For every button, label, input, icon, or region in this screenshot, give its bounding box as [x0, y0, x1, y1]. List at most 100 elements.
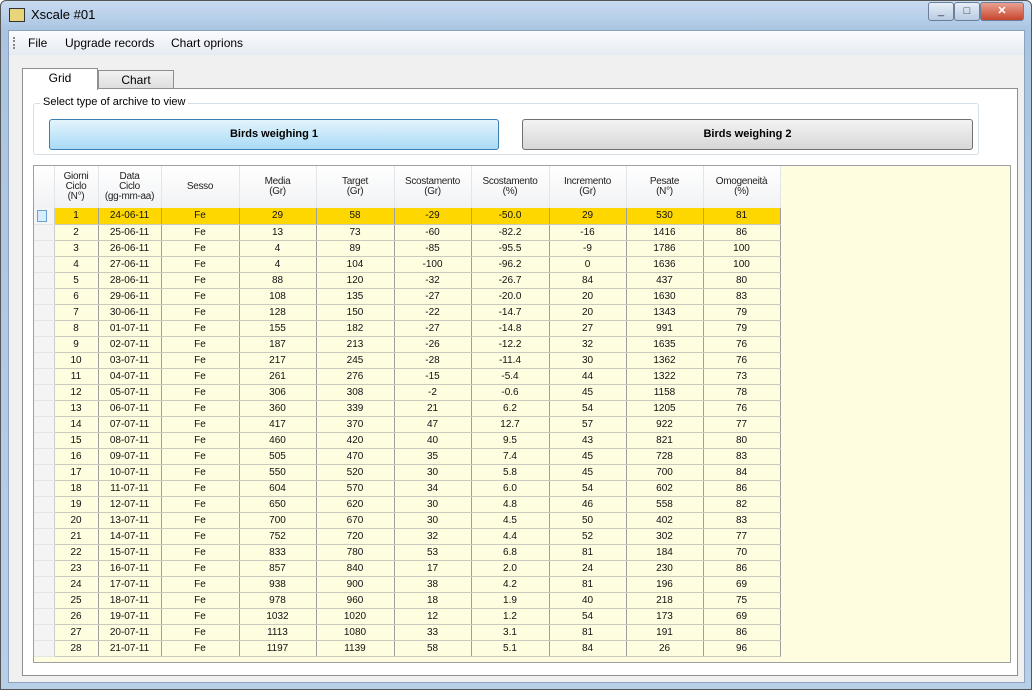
row-header[interactable] [34, 224, 55, 241]
cell-pesate[interactable]: 602 [626, 480, 704, 497]
cell-omogeneita[interactable]: 77 [703, 416, 781, 433]
cell-media[interactable]: 460 [239, 432, 317, 449]
cell-scostamento-gr[interactable]: -28 [394, 352, 472, 369]
row-header[interactable] [34, 304, 55, 321]
cell-incremento[interactable]: 27 [549, 320, 627, 337]
cell-target[interactable]: 276 [316, 368, 395, 385]
table-row[interactable]: 5 28-06-11 Fe 88 120 -32 -26.7 84 437 80 [34, 272, 781, 289]
cell-scostamento-pct[interactable]: 1.9 [471, 592, 550, 609]
cell-target[interactable]: 1020 [316, 608, 395, 625]
table-row[interactable]: 9 02-07-11 Fe 187 213 -26 -12.2 32 1635 76 [34, 336, 781, 353]
cell-pesate[interactable]: 402 [626, 512, 704, 529]
table-row[interactable]: 8 01-07-11 Fe 155 182 -27 -14.8 27 991 79 [34, 320, 781, 337]
cell-pesate[interactable]: 1635 [626, 336, 704, 353]
cell-target[interactable]: 213 [316, 336, 395, 353]
row-header[interactable] [34, 608, 55, 625]
cell-giorni-ciclo[interactable]: 13 [54, 400, 99, 417]
cell-incremento[interactable]: 20 [549, 304, 627, 321]
column-header-omogeneita[interactable]: Omogeneità (%) [703, 166, 781, 208]
cell-sesso[interactable]: Fe [161, 432, 240, 449]
row-header[interactable] [34, 544, 55, 561]
tab-chart[interactable]: Chart [98, 70, 174, 90]
cell-scostamento-gr[interactable]: 12 [394, 608, 472, 625]
cell-pesate[interactable]: 230 [626, 560, 704, 577]
cell-scostamento-pct[interactable]: 4.8 [471, 496, 550, 513]
cell-giorni-ciclo[interactable]: 24 [54, 576, 99, 593]
cell-data-ciclo[interactable]: 06-07-11 [98, 400, 162, 417]
cell-scostamento-gr[interactable]: -29 [394, 208, 472, 225]
cell-scostamento-pct[interactable]: -96.2 [471, 256, 550, 273]
cell-giorni-ciclo[interactable]: 18 [54, 480, 99, 497]
cell-omogeneita[interactable]: 80 [703, 432, 781, 449]
cell-giorni-ciclo[interactable]: 5 [54, 272, 99, 289]
row-header[interactable] [34, 464, 55, 481]
cell-pesate[interactable]: 922 [626, 416, 704, 433]
table-row[interactable]: 7 30-06-11 Fe 128 150 -22 -14.7 20 1343 79 [34, 304, 781, 321]
cell-media[interactable]: 4 [239, 240, 317, 257]
cell-scostamento-pct[interactable]: 5.1 [471, 640, 550, 657]
column-header-sesso[interactable]: Sesso [161, 166, 240, 208]
birds-weighing-2-button[interactable]: Birds weighing 2 [522, 119, 973, 150]
cell-scostamento-gr[interactable]: 30 [394, 464, 472, 481]
column-header-media[interactable]: Media (Gr) [239, 166, 317, 208]
row-header[interactable] [34, 560, 55, 577]
cell-sesso[interactable]: Fe [161, 384, 240, 401]
cell-sesso[interactable]: Fe [161, 576, 240, 593]
cell-scostamento-gr[interactable]: 47 [394, 416, 472, 433]
cell-giorni-ciclo[interactable]: 26 [54, 608, 99, 625]
cell-omogeneita[interactable]: 73 [703, 368, 781, 385]
table-row[interactable]: 23 16-07-11 Fe 857 840 17 2.0 24 230 86 [34, 560, 781, 577]
cell-pesate[interactable]: 184 [626, 544, 704, 561]
cell-scostamento-pct[interactable]: 7.4 [471, 448, 550, 465]
table-row[interactable]: 6 29-06-11 Fe 108 135 -27 -20.0 20 1630 83 [34, 288, 781, 305]
cell-scostamento-gr[interactable]: 32 [394, 528, 472, 545]
table-row[interactable]: 27 20-07-11 Fe 1113 1080 33 3.1 81 191 86 [34, 624, 781, 641]
cell-scostamento-pct[interactable]: 1.2 [471, 608, 550, 625]
maximize-button[interactable]: □ [954, 2, 980, 21]
cell-omogeneita[interactable]: 86 [703, 224, 781, 241]
cell-data-ciclo[interactable]: 29-06-11 [98, 288, 162, 305]
cell-data-ciclo[interactable]: 18-07-11 [98, 592, 162, 609]
cell-scostamento-pct[interactable]: -26.7 [471, 272, 550, 289]
cell-scostamento-gr[interactable]: 34 [394, 480, 472, 497]
table-row[interactable]: 13 06-07-11 Fe 360 339 21 6.2 54 1205 76 [34, 400, 781, 417]
table-row[interactable]: 21 14-07-11 Fe 752 720 32 4.4 52 302 77 [34, 528, 781, 545]
table-row[interactable]: 24 17-07-11 Fe 938 900 38 4.2 81 196 69 [34, 576, 781, 593]
cell-media[interactable]: 752 [239, 528, 317, 545]
table-row[interactable]: 4 27-06-11 Fe 4 104 -100 -96.2 0 1636 100 [34, 256, 781, 273]
cell-sesso[interactable]: Fe [161, 528, 240, 545]
column-header-incremento[interactable]: Incremento (Gr) [549, 166, 627, 208]
cell-omogeneita[interactable]: 69 [703, 608, 781, 625]
cell-scostamento-gr[interactable]: -15 [394, 368, 472, 385]
cell-target[interactable]: 89 [316, 240, 395, 257]
cell-scostamento-gr[interactable]: -85 [394, 240, 472, 257]
cell-scostamento-pct[interactable]: -82.2 [471, 224, 550, 241]
cell-incremento[interactable]: 45 [549, 384, 627, 401]
cell-scostamento-gr[interactable]: -27 [394, 288, 472, 305]
row-header[interactable] [34, 384, 55, 401]
column-header-data-ciclo[interactable]: Data Ciclo (gg-mm-aa) [98, 166, 162, 208]
cell-target[interactable]: 470 [316, 448, 395, 465]
cell-omogeneita[interactable]: 96 [703, 640, 781, 657]
cell-data-ciclo[interactable]: 16-07-11 [98, 560, 162, 577]
cell-pesate[interactable]: 302 [626, 528, 704, 545]
cell-media[interactable]: 13 [239, 224, 317, 241]
row-header[interactable] [34, 240, 55, 257]
cell-media[interactable]: 128 [239, 304, 317, 321]
cell-giorni-ciclo[interactable]: 23 [54, 560, 99, 577]
cell-scostamento-pct[interactable]: -0.6 [471, 384, 550, 401]
cell-incremento[interactable]: 40 [549, 592, 627, 609]
cell-media[interactable]: 650 [239, 496, 317, 513]
cell-omogeneita[interactable]: 86 [703, 624, 781, 641]
row-header[interactable] [34, 256, 55, 273]
cell-giorni-ciclo[interactable]: 17 [54, 464, 99, 481]
cell-omogeneita[interactable]: 83 [703, 512, 781, 529]
cell-data-ciclo[interactable]: 20-07-11 [98, 624, 162, 641]
cell-incremento[interactable]: 30 [549, 352, 627, 369]
cell-media[interactable]: 108 [239, 288, 317, 305]
column-header-pesate[interactable]: Pesate (N°) [626, 166, 704, 208]
cell-giorni-ciclo[interactable]: 12 [54, 384, 99, 401]
cell-target[interactable]: 620 [316, 496, 395, 513]
cell-omogeneita[interactable]: 70 [703, 544, 781, 561]
cell-target[interactable]: 1139 [316, 640, 395, 657]
